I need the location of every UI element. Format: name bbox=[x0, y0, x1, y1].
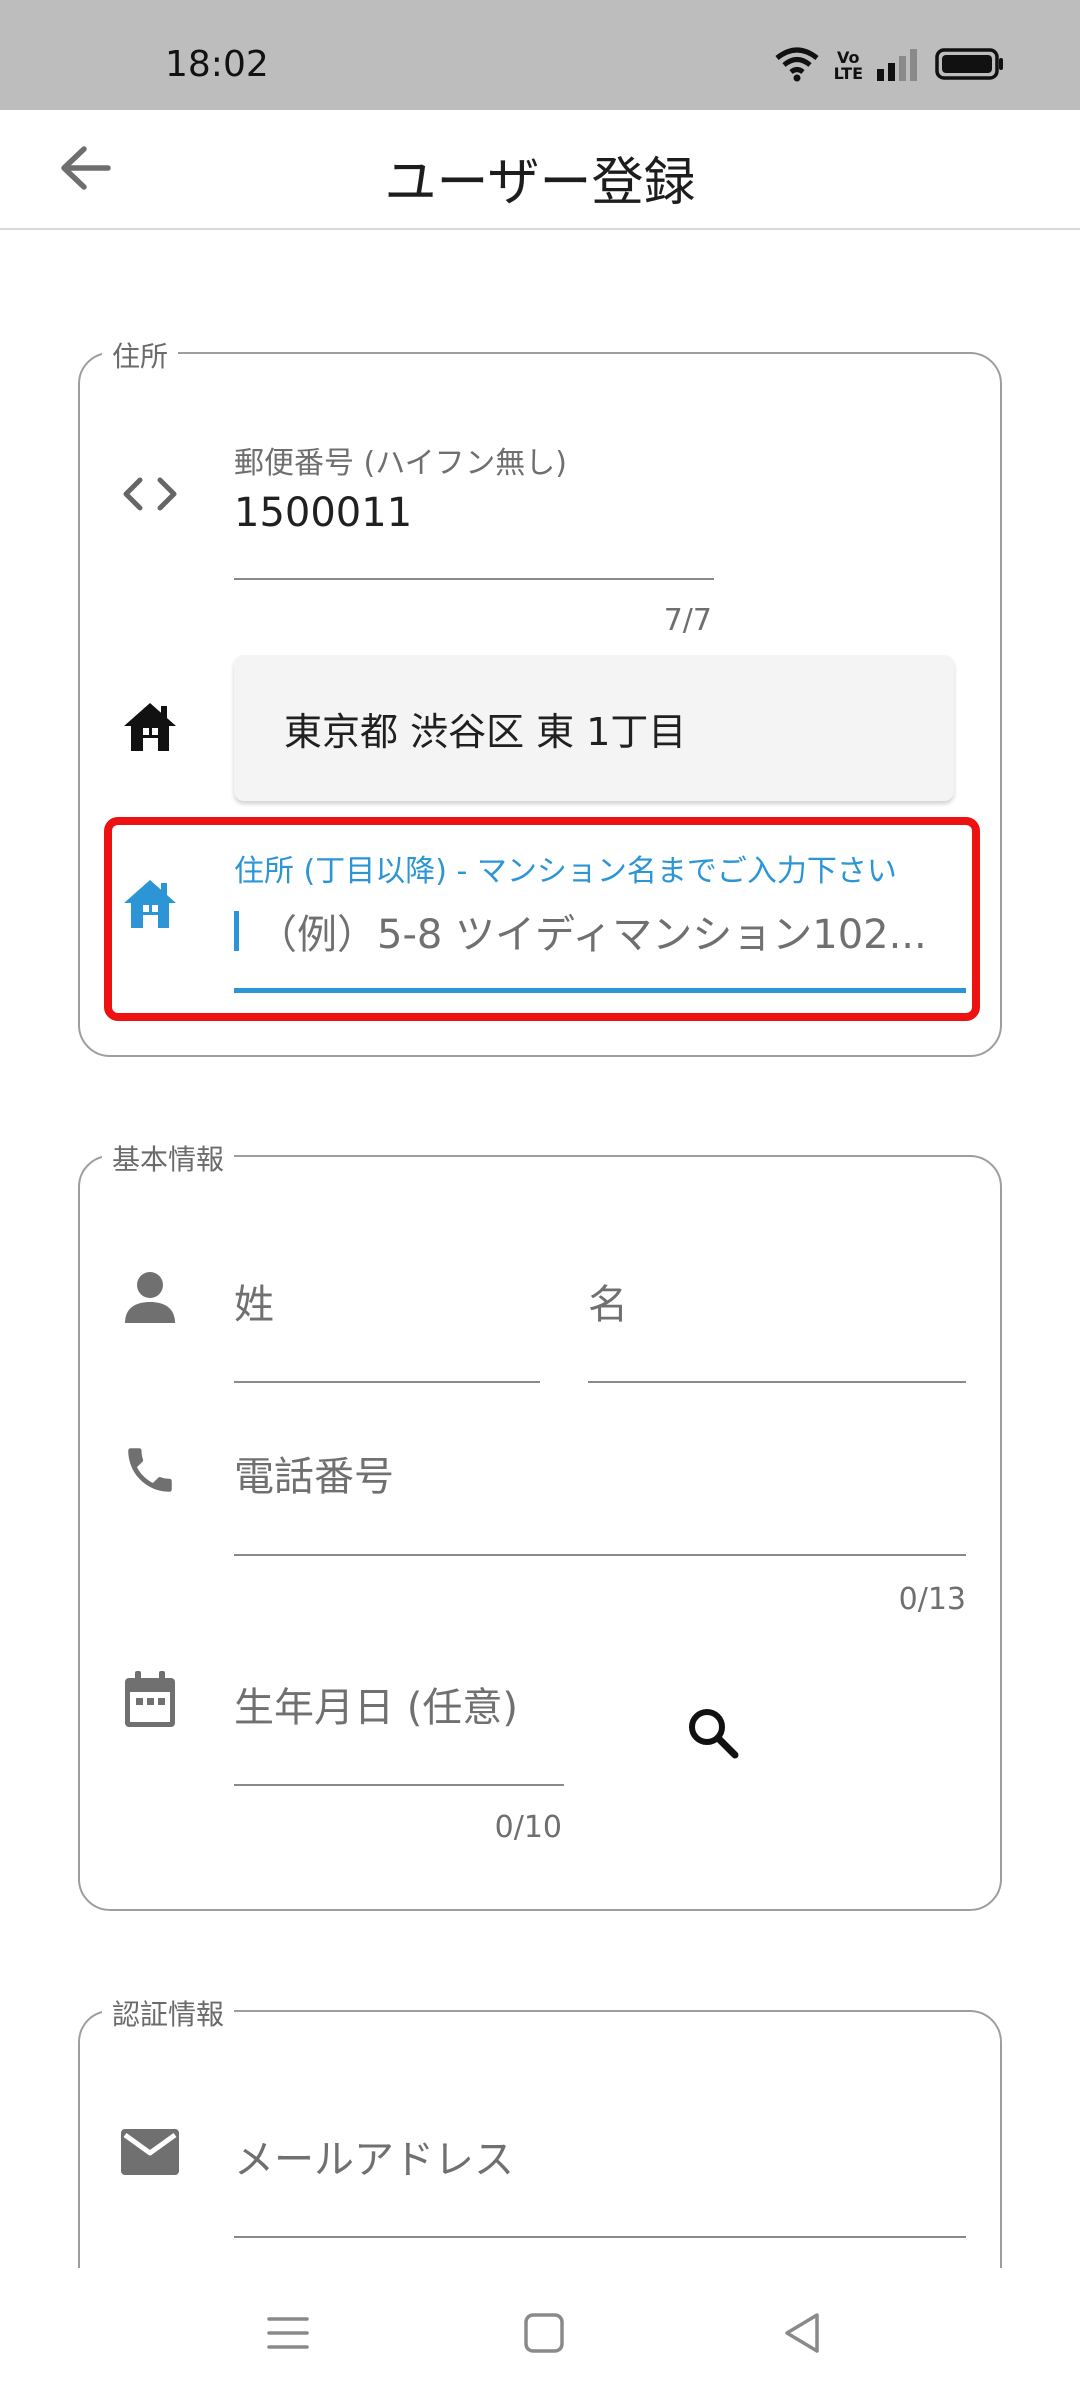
search-button[interactable] bbox=[678, 1700, 748, 1770]
phone-counter: 0/13 bbox=[898, 1582, 966, 1617]
home-icon bbox=[118, 695, 182, 759]
person-icon bbox=[118, 1265, 182, 1329]
auth-info-legend: 認証情報 bbox=[102, 1993, 235, 2033]
first-name-underline bbox=[588, 1381, 966, 1383]
street-address-underline bbox=[234, 988, 966, 993]
signal-icon bbox=[877, 47, 921, 85]
last-name-underline bbox=[234, 1381, 540, 1383]
wifi-icon bbox=[774, 46, 820, 86]
prefecture-city-value: 東京都 渋谷区 東 1丁目 bbox=[284, 709, 687, 754]
status-icons: Vo LTE bbox=[774, 46, 1005, 86]
postal-code-input[interactable]: 1500011 bbox=[234, 490, 412, 536]
email-icon bbox=[118, 2120, 182, 2184]
postal-code-underline bbox=[234, 578, 714, 580]
home-icon-active bbox=[118, 872, 182, 936]
basic-info-group: 基本情報 bbox=[78, 1138, 1002, 1911]
volte-icon: Vo LTE bbox=[833, 48, 863, 83]
street-address-label: 住所 (丁目以降) - マンション名までご入力下さい bbox=[234, 854, 897, 889]
home-square-icon bbox=[523, 2312, 565, 2358]
page-title: ユーザー登録 bbox=[384, 153, 696, 213]
search-icon bbox=[685, 1705, 741, 1765]
calendar-icon bbox=[118, 1668, 182, 1732]
birthday-input[interactable]: 生年月日 (任意) bbox=[234, 1675, 518, 1733]
nav-menu-button[interactable] bbox=[248, 2300, 328, 2370]
birthday-underline bbox=[234, 1784, 564, 1786]
email-underline bbox=[234, 2236, 966, 2238]
back-triangle-icon bbox=[781, 2311, 823, 2359]
prefecture-city-field[interactable]: 東京都 渋谷区 東 1丁目 bbox=[234, 655, 954, 801]
nav-home-button[interactable] bbox=[504, 2300, 584, 2370]
address-legend: 住所 bbox=[102, 335, 179, 375]
text-caret bbox=[234, 911, 239, 951]
postal-code-counter: 7/7 bbox=[663, 603, 712, 638]
street-address-input[interactable]: （例）5-8 ツイディマンション102... bbox=[234, 906, 934, 958]
birthday-counter: 0/10 bbox=[494, 1810, 562, 1845]
last-name-input[interactable]: 姓 bbox=[234, 1272, 274, 1330]
phone-input[interactable]: 電話番号 bbox=[234, 1444, 394, 1502]
phone-underline bbox=[234, 1554, 966, 1556]
nav-back-button[interactable] bbox=[762, 2300, 842, 2370]
basic-info-legend: 基本情報 bbox=[102, 1138, 235, 1178]
battery-icon bbox=[935, 48, 1005, 84]
email-input[interactable]: メールアドレス bbox=[234, 2127, 514, 2185]
menu-icon bbox=[266, 2313, 310, 2357]
first-name-input[interactable]: 名 bbox=[588, 1272, 628, 1330]
phone-icon bbox=[118, 1438, 182, 1502]
postal-code-label: 郵便番号 (ハイフン無し) bbox=[234, 446, 567, 481]
status-time: 18:02 bbox=[165, 44, 269, 85]
code-brackets-icon bbox=[118, 462, 182, 526]
street-address-placeholder: （例）5-8 ツイディマンション102... bbox=[257, 912, 927, 958]
